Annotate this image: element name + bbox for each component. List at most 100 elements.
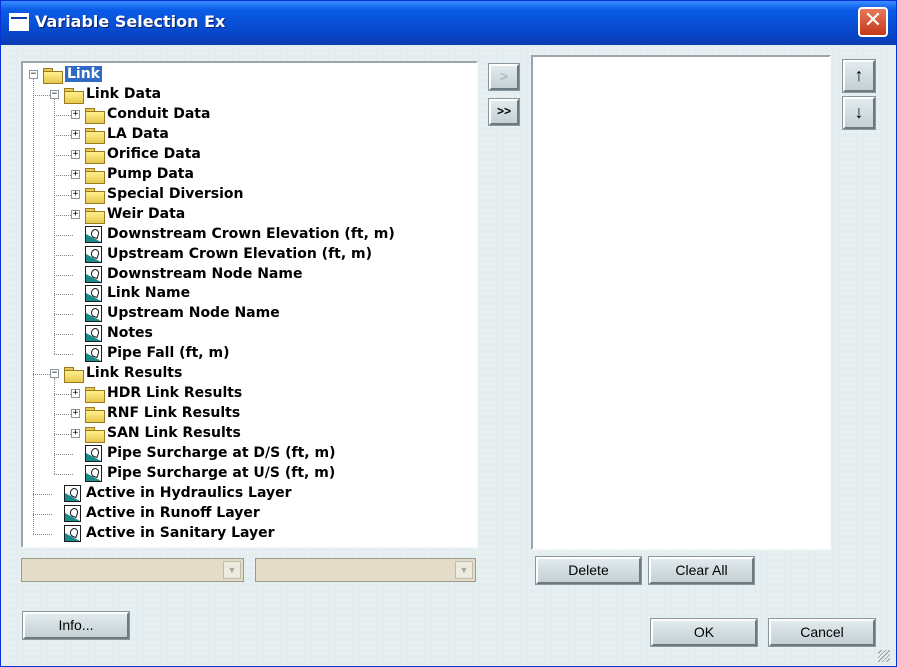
folder-open-icon <box>64 367 84 384</box>
tree-node-label: Special Diversion <box>107 185 244 202</box>
variable-icon <box>64 484 81 502</box>
cancel-button[interactable]: Cancel <box>768 618 876 647</box>
tree-node-label: Link Data <box>86 85 162 102</box>
resize-grip[interactable] <box>878 650 890 662</box>
tree-guide-line <box>54 98 55 355</box>
variable-icon <box>85 305 102 323</box>
selected-variables-list[interactable] <box>531 55 831 550</box>
tree-node[interactable]: Upstream Crown Elevation (ft, m) <box>23 245 473 265</box>
folder-icon <box>85 407 105 424</box>
variable-icon <box>85 345 102 363</box>
tree-node-label: Link Results <box>86 365 183 382</box>
folder-open-icon <box>64 87 84 104</box>
variable-icon <box>85 225 102 243</box>
tree-node[interactable]: + RNF Link Results <box>23 404 473 424</box>
filter-combo-right[interactable]: ▼ <box>255 558 476 582</box>
tree-node-label: RNF Link Results <box>107 405 241 422</box>
tree-node-label: Upstream Node Name <box>107 305 280 322</box>
tree-node-label: Link Name <box>107 285 191 302</box>
variable-icon <box>85 245 102 263</box>
expand-icon[interactable]: + <box>71 109 80 119</box>
folder-icon <box>85 147 105 164</box>
tree-node[interactable]: − Link <box>23 65 473 85</box>
tree-node[interactable]: − Link Results <box>23 364 473 384</box>
tree-node-label: Link <box>65 66 102 82</box>
variable-icon <box>85 465 102 482</box>
chevron-down-icon[interactable]: ▼ <box>223 561 241 579</box>
clear-all-button[interactable]: Clear All <box>648 556 755 585</box>
tree-node[interactable]: + LA Data <box>23 125 473 145</box>
tree-node[interactable]: + Orifice Data <box>23 145 473 165</box>
tree-node[interactable]: Active in Runoff Layer <box>23 504 473 524</box>
tree-node[interactable]: Pipe Surcharge at D/S (ft, m) <box>23 444 473 464</box>
folder-icon <box>85 427 105 444</box>
tree-node[interactable]: Active in Hydraulics Layer <box>23 484 473 504</box>
tree-connector <box>33 493 52 495</box>
tree-node[interactable]: Pipe Fall (ft, m) <box>23 344 473 364</box>
close-button[interactable]: ✕ <box>858 7 888 37</box>
variable-tree[interactable]: − Link − Link Data + Conduit Data + LA Data + Ori… <box>21 61 478 548</box>
info-button[interactable]: Info... <box>22 611 130 640</box>
collapse-icon[interactable]: − <box>50 89 59 99</box>
tree-node[interactable]: Notes <box>23 324 473 344</box>
tree-node[interactable]: + Pump Data <box>23 165 473 185</box>
expand-icon[interactable]: + <box>71 169 80 179</box>
tree-node[interactable]: Downstream Crown Elevation (ft, m) <box>23 225 473 245</box>
tree-node[interactable]: Downstream Node Name <box>23 265 473 285</box>
expand-icon[interactable]: + <box>71 189 80 199</box>
folder-icon <box>85 167 105 184</box>
tree-node-label: Downstream Node Name <box>107 265 303 282</box>
add-all-button[interactable]: >> <box>488 98 520 126</box>
tree-node[interactable]: Active in Sanitary Layer <box>23 524 473 544</box>
variable-icon <box>85 445 102 463</box>
tree-connector <box>54 454 73 456</box>
tree-connector <box>33 513 52 515</box>
tree-node[interactable]: + SAN Link Results <box>23 424 473 444</box>
window-title: Variable Selection Ex <box>35 12 226 31</box>
folder-icon <box>85 207 105 224</box>
variable-icon <box>64 504 81 522</box>
expand-icon[interactable]: + <box>71 209 80 219</box>
add-selected-button[interactable]: > <box>488 63 520 91</box>
tree-node-label: Pump Data <box>107 165 194 182</box>
variable-icon <box>85 265 102 283</box>
collapse-icon[interactable]: − <box>50 369 59 379</box>
tree-node[interactable]: Upstream Node Name <box>23 304 473 324</box>
delete-button[interactable]: Delete <box>535 556 642 585</box>
tree-node-label: Pipe Fall (ft, m) <box>107 345 230 362</box>
expand-icon[interactable]: + <box>71 409 80 419</box>
dialog-client-area: − Link − Link Data + Conduit Data + LA Data + Ori… <box>5 45 892 664</box>
tree-connector <box>33 533 52 535</box>
tree-connector <box>54 274 73 276</box>
expand-icon[interactable]: + <box>71 389 80 399</box>
filter-combo-left[interactable]: ▼ <box>21 558 244 582</box>
ok-button[interactable]: OK <box>650 618 758 647</box>
expand-icon[interactable]: + <box>71 429 80 439</box>
tree-node[interactable]: + Conduit Data <box>23 105 473 125</box>
tree-node-label: Pipe Surcharge at U/S (ft, m) <box>107 465 336 481</box>
tree-node[interactable]: + HDR Link Results <box>23 384 473 404</box>
tree-node-label: Upstream Crown Elevation (ft, m) <box>107 245 373 262</box>
tree-node[interactable]: Pipe Surcharge at U/S (ft, m) <box>23 464 473 484</box>
variable-icon <box>64 524 81 542</box>
move-up-button[interactable]: ↑ <box>842 59 876 93</box>
variable-icon <box>85 325 102 343</box>
tree-connector <box>54 334 73 336</box>
tree-node[interactable]: + Weir Data <box>23 205 473 225</box>
expand-icon[interactable]: + <box>71 129 80 139</box>
tree-connector <box>54 254 73 256</box>
tree-connector <box>54 354 73 356</box>
move-down-button[interactable]: ↓ <box>842 96 876 130</box>
chevron-down-icon[interactable]: ▼ <box>455 561 473 579</box>
tree-node[interactable]: Link Name <box>23 284 473 304</box>
collapse-icon[interactable]: − <box>29 70 38 79</box>
tree-node-label: Notes <box>107 325 153 342</box>
folder-icon <box>85 107 105 124</box>
tree-node-label: LA Data <box>107 125 169 142</box>
tree-node[interactable]: − Link Data <box>23 85 473 105</box>
tree-node-label: Weir Data <box>107 205 186 222</box>
tree-node-label: SAN Link Results <box>107 425 241 442</box>
title-bar[interactable]: Variable Selection Ex ✕ <box>1 1 896 45</box>
tree-node[interactable]: + Special Diversion <box>23 185 473 205</box>
expand-icon[interactable]: + <box>71 149 80 159</box>
